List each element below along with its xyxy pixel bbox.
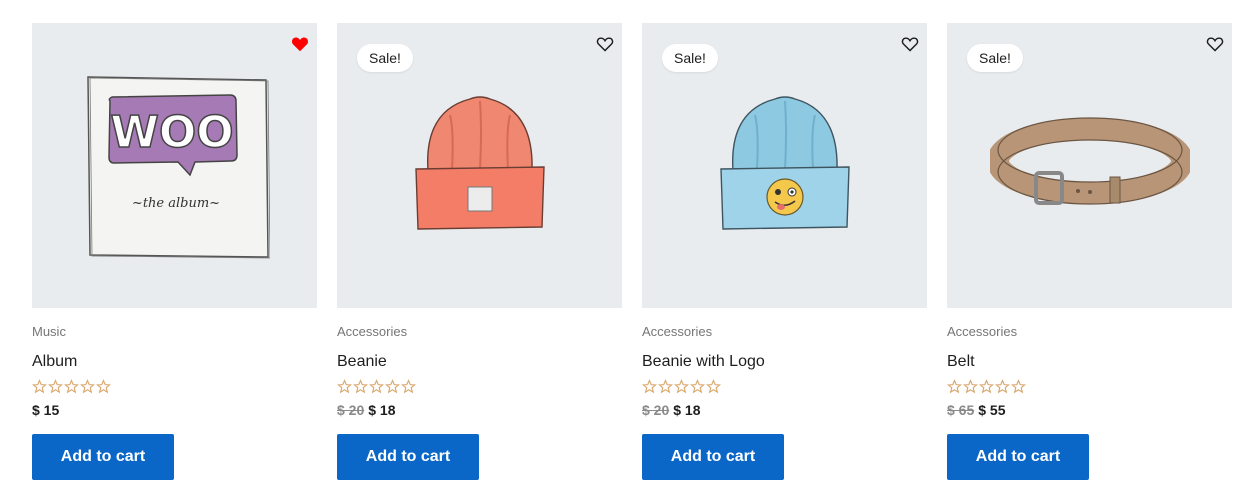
product-image[interactable]: Sale! (337, 23, 622, 308)
album-big-text: WOO (110, 107, 233, 158)
belt-icon (989, 116, 1190, 205)
heart-icon[interactable] (291, 36, 309, 52)
product-price: $ 15 (32, 402, 317, 420)
star-rating (32, 379, 317, 395)
product-title[interactable]: Belt (947, 353, 1232, 373)
product-category: Accessories (337, 324, 408, 339)
sale-price: $ 15 (32, 402, 60, 418)
product-card: Sale! Accessories Belt $ 65 $ 55 Add to c… (947, 23, 1232, 480)
star-icon (48, 379, 63, 394)
star-icon (706, 379, 721, 394)
regular-price: $ 20 (642, 402, 670, 418)
add-to-cart-button[interactable]: Add to cart (642, 434, 784, 480)
star-icon (947, 379, 962, 394)
product-price: $ 20 $ 18 (337, 402, 622, 420)
add-to-cart-button[interactable]: Add to cart (947, 434, 1089, 480)
star-icon (658, 379, 673, 394)
blue-beanie-logo-icon (719, 95, 850, 230)
star-icon (32, 379, 47, 394)
regular-price: $ 65 (947, 402, 975, 418)
star-icon (963, 379, 978, 394)
heart-outline-icon[interactable] (1206, 36, 1224, 52)
star-icon (96, 379, 111, 394)
star-rating (947, 379, 1232, 395)
star-icon (369, 379, 384, 394)
product-image[interactable]: WOO ~the album~ (32, 23, 317, 308)
star-rating (642, 379, 927, 395)
star-icon (979, 379, 994, 394)
star-icon (674, 379, 689, 394)
woo-album-icon: WOO ~the album~ (86, 75, 270, 258)
product-card: Sale! Accessories Beanie $ 20 $ 18 Add to… (337, 23, 622, 480)
star-icon (385, 379, 400, 394)
heart-outline-icon[interactable] (596, 36, 614, 52)
star-icon (353, 379, 368, 394)
sale-price: $ 18 (368, 402, 396, 418)
album-small-text: ~the album~ (131, 196, 219, 211)
star-icon (80, 379, 95, 394)
star-rating (337, 379, 622, 395)
heart-outline-icon[interactable] (901, 36, 919, 52)
star-icon (1011, 379, 1026, 394)
sale-badge: Sale! (967, 44, 1023, 72)
product-price: $ 65 $ 55 (947, 402, 1232, 420)
sale-badge: Sale! (662, 44, 718, 72)
star-icon (401, 379, 416, 394)
product-price: $ 20 $ 18 (642, 402, 927, 420)
star-icon (995, 379, 1010, 394)
sale-price: $ 18 (673, 402, 701, 418)
product-card: WOO ~the album~ Music Album $ 15 Add to … (32, 23, 317, 480)
product-category: Accessories (642, 324, 713, 339)
product-title[interactable]: Album (32, 353, 317, 373)
star-icon (642, 379, 657, 394)
regular-price: $ 20 (337, 402, 365, 418)
star-icon (690, 379, 705, 394)
product-category: Accessories (947, 324, 1018, 339)
orange-beanie-icon (414, 95, 545, 230)
product-card: Sale! Accessories Beanie with Logo $ 20 $… (642, 23, 927, 480)
sale-price: $ 55 (978, 402, 1006, 418)
add-to-cart-button[interactable]: Add to cart (32, 434, 174, 480)
product-grid: WOO ~the album~ Music Album $ 15 Add to … (32, 23, 1232, 480)
product-image[interactable]: Sale! (642, 23, 927, 308)
star-icon (64, 379, 79, 394)
sale-badge: Sale! (357, 44, 413, 72)
product-title[interactable]: Beanie with Logo (642, 353, 927, 373)
product-title[interactable]: Beanie (337, 353, 622, 373)
add-to-cart-button[interactable]: Add to cart (337, 434, 479, 480)
star-icon (337, 379, 352, 394)
product-image[interactable]: Sale! (947, 23, 1232, 308)
product-category: Music (32, 324, 66, 339)
